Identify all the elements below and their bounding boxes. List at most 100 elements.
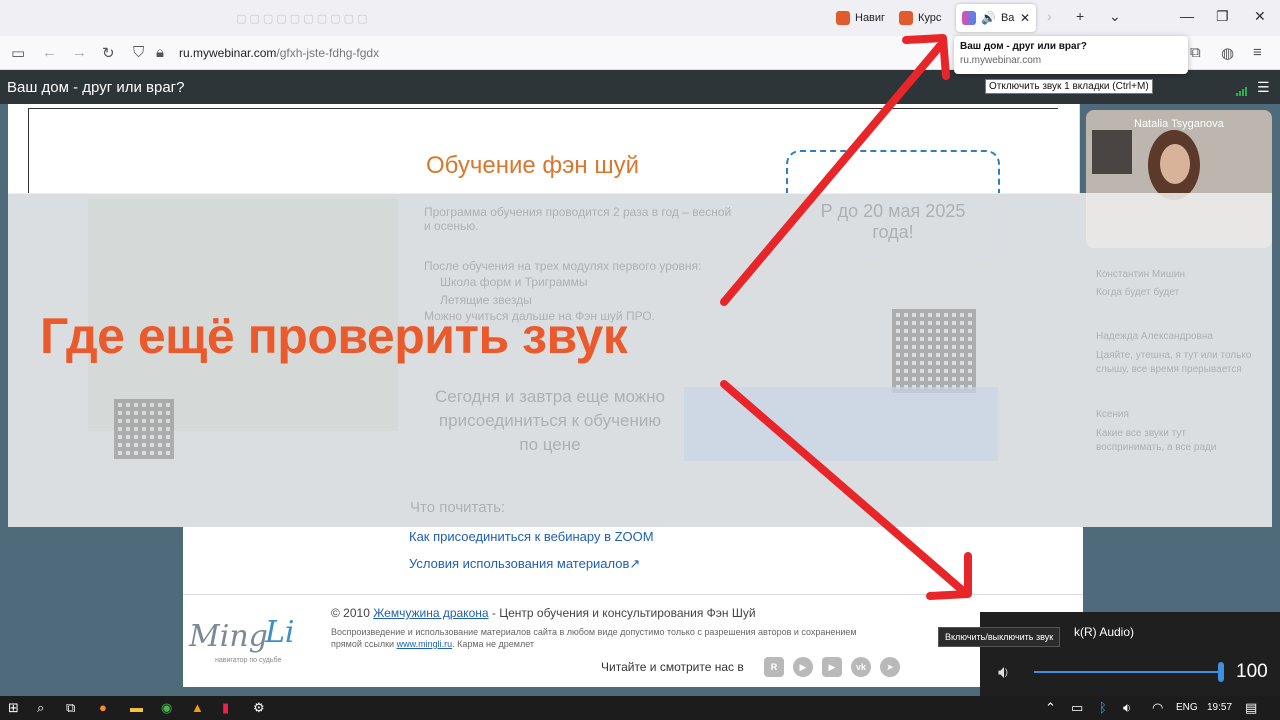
chevron-right-icon[interactable]: › <box>1047 8 1052 24</box>
promo-banner <box>684 387 998 461</box>
chrome-icon[interactable]: ◉ <box>161 700 172 716</box>
chat-message: Какие все звуки тут воспринимать, а все … <box>1096 428 1217 453</box>
clock[interactable]: 19:57 <box>1207 702 1232 713</box>
app-icon[interactable]: ▮ <box>222 700 229 716</box>
participant-name: Natalia Tsyganova <box>1134 118 1224 130</box>
volume-value: 100 <box>1236 661 1268 682</box>
maximize-icon[interactable]: ❐ <box>1216 8 1229 25</box>
audio-device-name[interactable]: k(R) Audio) <box>1074 625 1134 639</box>
social-label: Читайте и смотрите нас в <box>601 660 744 674</box>
footer-legal: Воспроизведение и использование материал… <box>331 627 857 649</box>
language-indicator[interactable]: ENG <box>1176 702 1198 713</box>
participant-face <box>1160 144 1190 184</box>
overlay-headline: Где ещё проверить звук <box>40 308 628 364</box>
speaker-icon[interactable]: 🔊 <box>981 11 996 25</box>
lock-icon[interactable]: 🔒︎ <box>156 44 164 61</box>
slide-bullet: Школа форм и Триграммы <box>440 275 588 289</box>
qr-code <box>114 399 174 459</box>
dragon-pearl-link[interactable]: Жемчужина дракона <box>373 606 488 620</box>
footer-copyright: © 2010 Жемчужина дракона - Центр обучени… <box>331 606 756 620</box>
signal-icon <box>1236 83 1248 101</box>
globe-icon[interactable]: ◍ <box>1221 44 1234 62</box>
tab-favicon-icon <box>836 11 850 25</box>
tab-favicon-icon <box>962 11 976 25</box>
tab-preview-tooltip: Ваш дом - друг или враг? ru.mywebinar.co… <box>954 36 1188 74</box>
bluetooth-icon[interactable]: ᛒ <box>1099 700 1107 715</box>
extensions-icon[interactable]: ⧉ <box>1190 44 1201 61</box>
slide-para: После обучения на трех модулях первого у… <box>424 259 702 273</box>
browser-tab-bar: ▢ ▢ ▢ ▢ ▢ ▢ ▢ ▢ ▢ ▢ Навиг Курс 🔊 Ва ✕ › … <box>0 0 1280 36</box>
search-icon[interactable]: ⌕ <box>37 700 44 716</box>
youtube-icon[interactable]: ▶ <box>822 657 842 677</box>
tab-webinar-active[interactable]: 🔊 Ва ✕ <box>956 4 1036 32</box>
mingli-logo[interactable]: Ming Li навигатор по судьбе <box>189 605 309 675</box>
mute-tab-tooltip: Отключить звук 1 вкладки (Ctrl+M) <box>985 79 1153 94</box>
shield-icon[interactable]: ⛉ <box>133 44 144 61</box>
terms-link[interactable]: Условия использования материалов↗ <box>409 556 640 572</box>
volume-slider-fill <box>1034 671 1224 673</box>
windows-taskbar: ⊞ ⌕ ⧉ ● ▬ ◉ ▲ ▮ ⚙ ⌃ ▭ ᛒ 🔉︎ ◠ ENG 19:57 ▤ <box>0 696 1280 720</box>
zoom-link[interactable]: Как присоединиться к вебинару в ZOOM <box>409 529 654 544</box>
page-title: Ваш дом - друг или враг? <box>7 79 185 96</box>
slide-para: Программа обучения проводится 2 раза в г… <box>424 205 732 233</box>
telegram-icon[interactable]: ➤ <box>880 657 900 677</box>
windows-start-icon[interactable]: ⊞ <box>8 700 19 716</box>
chevron-up-icon[interactable]: ⌃ <box>1045 700 1056 716</box>
notifications-icon[interactable]: ▤ <box>1245 700 1257 716</box>
chevron-down-icon[interactable]: ⌄ <box>1109 8 1121 25</box>
rutube-icon[interactable]: R <box>764 657 784 677</box>
play-icon[interactable]: ▶ <box>793 657 813 677</box>
menu-icon[interactable]: ≡ <box>1253 44 1262 61</box>
mute-toggle-tooltip: Включить/выключить звук <box>938 627 1061 647</box>
tab-favicon-icon <box>899 11 913 25</box>
firefox-icon[interactable]: ● <box>99 700 107 715</box>
chat-author: Надежда Александровна <box>1096 331 1213 342</box>
volume-slider[interactable] <box>1034 662 1224 682</box>
tooltip-domain: ru.mywebinar.com <box>960 55 1042 66</box>
qr-code <box>892 309 976 393</box>
mingli-link[interactable]: www.mingli.ru <box>397 639 453 649</box>
page-content: Как присоединиться к вебинару в ZOOM Усл… <box>183 527 1083 687</box>
tab-label: Навиг <box>855 12 886 24</box>
volume-flyout: k(R) Audio) 🔉︎ 100 <box>980 612 1280 696</box>
new-tab-icon[interactable]: + <box>1076 8 1084 24</box>
tab-label: Ва <box>1000 12 1015 24</box>
folder-icon[interactable]: ▬ <box>130 700 143 715</box>
chat-author: Ксения <box>1096 409 1129 420</box>
forward-icon[interactable]: → <box>72 44 87 61</box>
slide-big-faded: Сегодня и завтра еще можно присоединитьс… <box>434 387 665 454</box>
chat-author: Константин Мишин <box>1096 269 1185 280</box>
slide-border <box>28 108 29 194</box>
chat-message: Цаяйте, утешна, я тут или только слышу, … <box>1096 350 1252 375</box>
promo-deadline: Р до 20 мая 2025 года! <box>820 201 966 242</box>
minimize-icon[interactable]: — <box>1180 8 1194 24</box>
tab-navigator[interactable]: Навиг <box>830 4 891 32</box>
speaker-icon[interactable]: 🔉︎ <box>998 662 1009 683</box>
battery-icon[interactable]: ▭ <box>1071 700 1083 716</box>
tooltip-title: Ваш дом - друг или враг? <box>960 41 1087 52</box>
volume-icon[interactable]: 🔉︎ <box>1123 700 1131 716</box>
back-icon[interactable]: ← <box>42 44 57 61</box>
volume-slider-thumb[interactable] <box>1218 662 1224 682</box>
wifi-icon[interactable]: ◠ <box>1152 700 1163 716</box>
sidebar-icon[interactable]: ▭ <box>11 44 25 62</box>
tab-course[interactable]: Курс <box>893 4 947 32</box>
chat-message: Когда будет будет <box>1096 287 1180 298</box>
vk-icon[interactable]: vk <box>851 657 871 677</box>
wall-frame <box>1092 130 1132 174</box>
gear-icon[interactable]: ⚙ <box>253 700 265 716</box>
slide-border <box>28 108 1058 109</box>
slide-bullet: Летящие звезды <box>440 293 532 307</box>
url-field[interactable]: ru.mywebinar.com/gfxh-jste-fdhg-fgdx <box>179 46 379 60</box>
tab-label: Курс <box>918 12 942 24</box>
hamburger-icon[interactable]: ☰ <box>1257 79 1270 96</box>
close-icon[interactable]: ✕ <box>1020 11 1030 25</box>
task-view-icon[interactable]: ⧉ <box>66 700 75 716</box>
slide-title: Обучение фэн шуй <box>426 152 639 179</box>
close-window-icon[interactable]: ✕ <box>1254 8 1266 25</box>
footer-divider <box>183 594 1083 595</box>
presentation-slide: Обучение фэн шуй <box>8 104 1080 258</box>
reload-icon[interactable]: ↻ <box>102 44 115 62</box>
vlc-icon[interactable]: ▲ <box>191 700 204 715</box>
tab-ghost[interactable]: ▢ ▢ ▢ ▢ ▢ ▢ ▢ ▢ ▢ ▢ <box>230 4 373 32</box>
